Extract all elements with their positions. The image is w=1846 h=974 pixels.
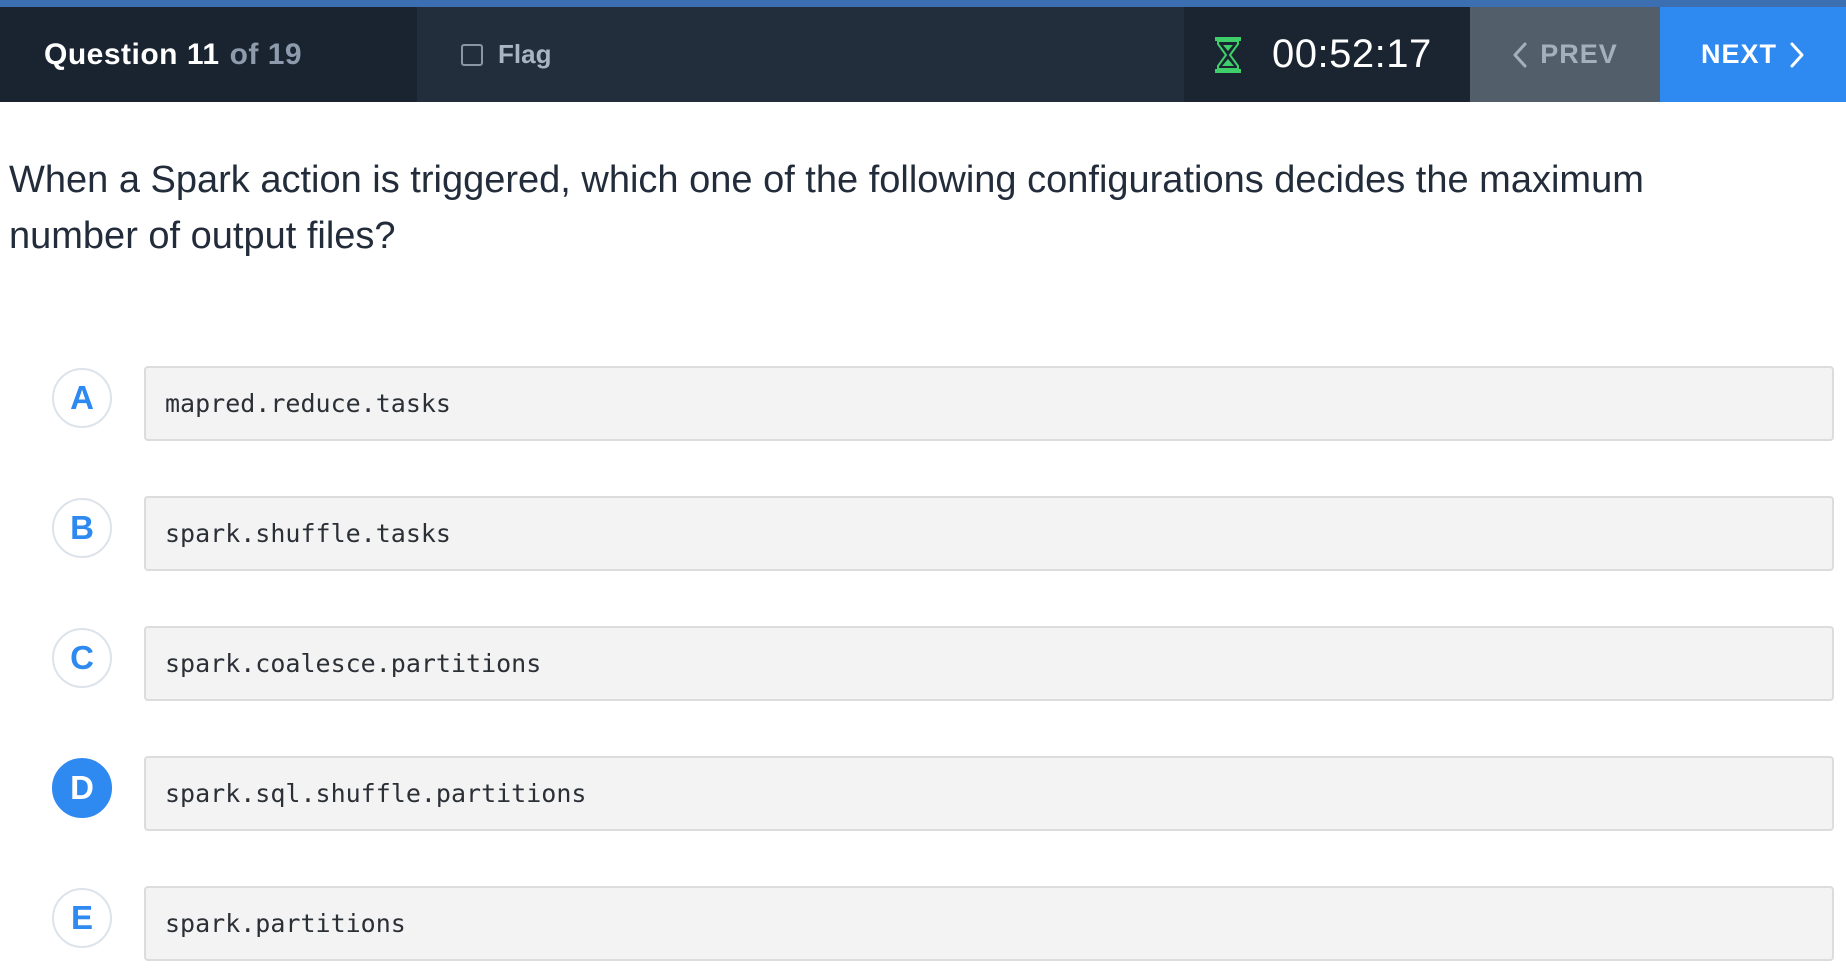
option-text[interactable]: spark.shuffle.tasks — [144, 496, 1834, 571]
question-text: When a Spark action is triggered, which … — [9, 159, 1644, 257]
option-letter[interactable]: A — [52, 368, 112, 428]
chevron-right-icon — [1790, 42, 1804, 67]
option-text[interactable]: spark.coalesce.partitions — [144, 626, 1834, 701]
next-label: NEXT — [1700, 39, 1777, 69]
timer: 00:52:17 — [1184, 7, 1470, 102]
option-letter[interactable]: E — [52, 888, 112, 948]
flag-label: Flag — [498, 39, 552, 69]
flag-toggle[interactable]: Flag — [417, 7, 1184, 102]
option-text[interactable]: spark.sql.shuffle.partitions — [144, 756, 1834, 831]
prev-button[interactable]: PREV — [1470, 7, 1660, 102]
timer-text: 00:52:17 — [1272, 32, 1432, 76]
option-e[interactable]: E spark.partitions — [0, 886, 1846, 974]
quiz-page: Question 11 of 19 Flag 00:52:17 PREV NEX… — [0, 0, 1846, 974]
option-c[interactable]: C spark.coalesce.partitions — [0, 626, 1846, 756]
option-b[interactable]: B spark.shuffle.tasks — [0, 496, 1846, 626]
option-text[interactable]: spark.partitions — [144, 886, 1834, 961]
flag-checkbox[interactable] — [461, 43, 483, 66]
question-total: of 19 — [229, 37, 303, 71]
top-bar: Question 11 of 19 Flag 00:52:17 PREV NEX… — [0, 0, 1846, 102]
option-text[interactable]: mapred.reduce.tasks — [144, 366, 1834, 441]
option-a[interactable]: A mapred.reduce.tasks — [0, 366, 1846, 496]
prev-label: PREV — [1540, 39, 1618, 69]
question-number: Question 11 — [44, 37, 220, 71]
next-button[interactable]: NEXT — [1660, 7, 1846, 102]
hourglass-icon — [1215, 36, 1241, 73]
option-letter[interactable]: C — [52, 628, 112, 688]
option-letter[interactable]: B — [52, 498, 112, 558]
option-letter[interactable]: D — [52, 758, 112, 818]
chevron-left-icon — [1513, 42, 1527, 67]
option-d[interactable]: D spark.sql.shuffle.partitions — [0, 756, 1846, 886]
question-counter: Question 11 of 19 — [0, 7, 417, 102]
answer-options: A mapred.reduce.tasks B spark.shuffle.ta… — [0, 366, 1846, 974]
